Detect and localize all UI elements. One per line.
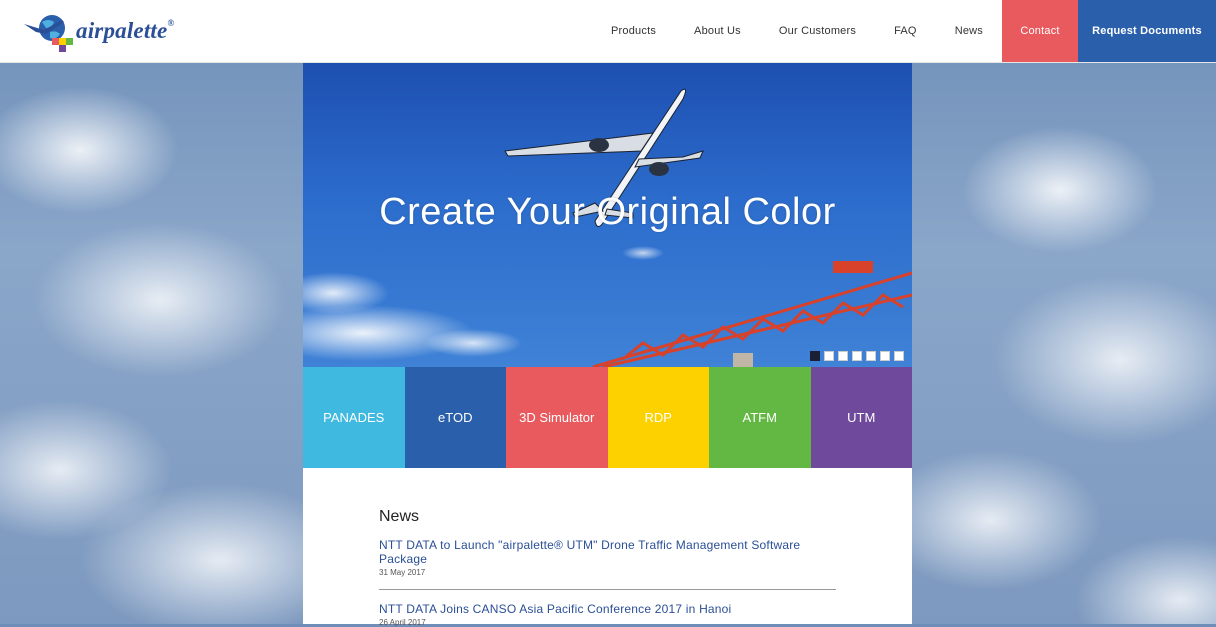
site-header: airpalette® Products About Us Our Custom… bbox=[0, 0, 1216, 63]
tile-3d-simulator[interactable]: 3D Simulator bbox=[506, 367, 608, 468]
slider-dot-6[interactable] bbox=[880, 351, 890, 361]
tile-utm[interactable]: UTM bbox=[810, 367, 912, 468]
main-nav: Products About Us Our Customers FAQ News… bbox=[592, 0, 1216, 62]
news-item-date: 31 May 2017 bbox=[379, 568, 426, 577]
slider-dot-5[interactable] bbox=[866, 351, 876, 361]
tile-rdp[interactable]: RDP bbox=[607, 367, 709, 468]
slider-dot-2[interactable] bbox=[824, 351, 834, 361]
news-section: News NTT DATA to Launch "airpalette® UTM… bbox=[303, 468, 912, 627]
product-tiles: PANADES eTOD 3D Simulator RDP ATFM UTM bbox=[303, 367, 912, 468]
news-heading: News bbox=[379, 508, 420, 525]
nav-news[interactable]: News bbox=[936, 0, 1002, 62]
globe-plane-logo-icon bbox=[22, 10, 74, 52]
tile-panades[interactable]: PANADES bbox=[303, 367, 405, 468]
contact-button[interactable]: Contact bbox=[1002, 0, 1078, 62]
slider-dot-1[interactable] bbox=[810, 351, 820, 361]
airpalette-logo[interactable]: airpalette® bbox=[22, 10, 174, 52]
news-item-link[interactable]: NTT DATA Joins CANSO Asia Pacific Confer… bbox=[379, 602, 836, 616]
nav-about-us[interactable]: About Us bbox=[675, 0, 760, 62]
news-item-link[interactable]: NTT DATA to Launch "airpalette® UTM" Dro… bbox=[379, 538, 836, 566]
tile-atfm[interactable]: ATFM bbox=[709, 367, 811, 468]
slider-dot-3[interactable] bbox=[838, 351, 848, 361]
nav-faq[interactable]: FAQ bbox=[875, 0, 936, 62]
slider-dots bbox=[810, 351, 904, 361]
logo-wordmark: airpalette® bbox=[76, 18, 175, 43]
news-divider bbox=[379, 589, 836, 590]
hero-headline: Create Your Original Color bbox=[379, 191, 836, 233]
hero-slider: Create Your Original Color bbox=[303, 63, 912, 367]
slider-dot-4[interactable] bbox=[852, 351, 862, 361]
nav-products[interactable]: Products bbox=[592, 0, 675, 62]
tile-etod[interactable]: eTOD bbox=[404, 367, 506, 468]
slider-dot-7[interactable] bbox=[894, 351, 904, 361]
nav-our-customers[interactable]: Our Customers bbox=[760, 0, 875, 62]
news-item-date: 26 April 2017 bbox=[379, 618, 426, 627]
news-item: NTT DATA Joins CANSO Asia Pacific Confer… bbox=[379, 602, 836, 627]
news-item: NTT DATA to Launch "airpalette® UTM" Dro… bbox=[379, 538, 836, 577]
request-documents-button[interactable]: Request Documents bbox=[1078, 0, 1216, 62]
